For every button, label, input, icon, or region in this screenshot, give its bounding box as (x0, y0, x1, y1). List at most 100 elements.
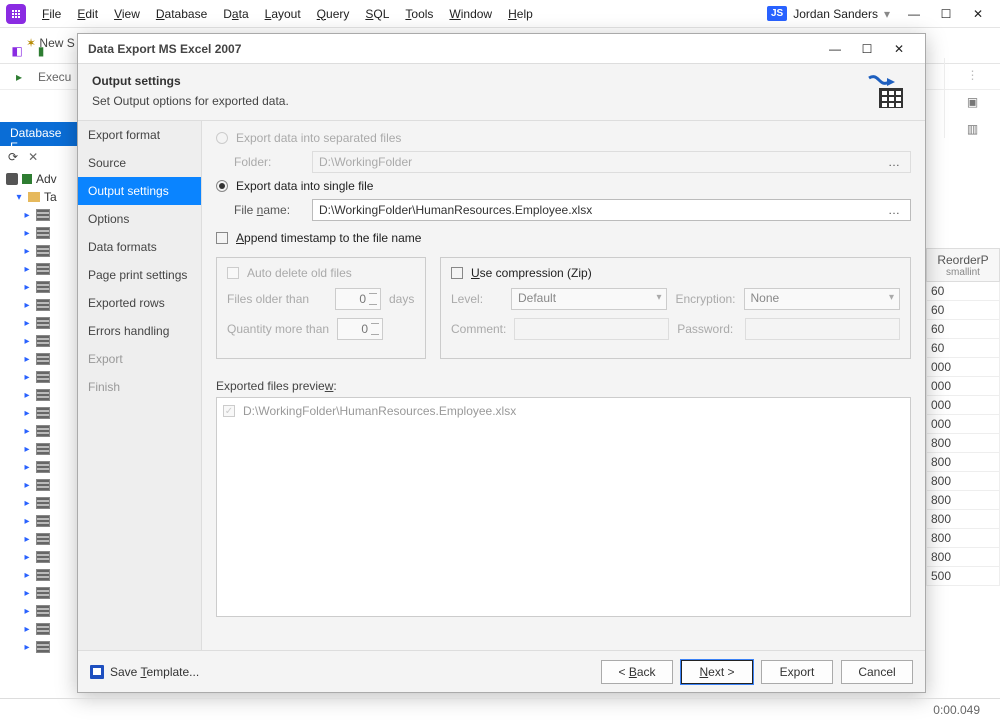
tree-expander-icon[interactable]: ▸ (22, 390, 32, 401)
tree-expander-icon[interactable]: ▸ (22, 480, 32, 491)
tree-table-item[interactable]: ▸ (6, 638, 78, 656)
tree-expander-icon[interactable]: ▸ (22, 246, 32, 257)
sidebar-step-source[interactable]: Source (78, 149, 201, 177)
tree-table-item[interactable]: ▸ (6, 368, 78, 386)
window-close[interactable]: ✕ (962, 3, 994, 25)
tree-table-item[interactable]: ▸ (6, 350, 78, 368)
tree-table-item[interactable]: ▸ (6, 476, 78, 494)
document-tab[interactable]: ✶ New S (26, 36, 75, 50)
tree-table-item[interactable]: ▸ (6, 332, 78, 350)
checkbox-use-compression[interactable] (451, 267, 463, 279)
tree-expander-icon[interactable]: ▸ (22, 606, 32, 617)
tree-expander-icon[interactable]: ▸ (22, 426, 32, 437)
tree-expander-icon[interactable]: ▸ (22, 300, 32, 311)
menu-query[interactable]: Query (309, 3, 358, 25)
tree-expander-icon[interactable]: ▸ (22, 318, 32, 329)
next-button[interactable]: Next > (681, 660, 753, 684)
tree-expander-icon[interactable]: ▸ (22, 336, 32, 347)
sidebar-step-export-format[interactable]: Export format (78, 121, 201, 149)
tree-expander-icon[interactable]: ▸ (22, 516, 32, 527)
grid-cell[interactable]: 800 (926, 491, 1000, 510)
tree-table-item[interactable]: ▸ (6, 314, 78, 332)
tree-table-item[interactable]: ▸ (6, 224, 78, 242)
db-tree[interactable]: Adv ▾Ta ▸▸▸▸▸▸▸▸▸▸▸▸▸▸▸▸▸▸▸▸▸▸▸▸▸ (6, 170, 78, 710)
sidebar-step-errors-handling[interactable]: Errors handling (78, 317, 201, 345)
tree-table-item[interactable]: ▸ (6, 422, 78, 440)
menu-tools[interactable]: Tools (397, 3, 441, 25)
menu-edit[interactable]: Edit (69, 3, 106, 25)
tree-table-item[interactable]: ▸ (6, 440, 78, 458)
tree-expander-icon[interactable]: ▸ (22, 462, 32, 473)
checkbox-append-timestamp[interactable] (216, 232, 228, 244)
window-minimize[interactable]: — (898, 3, 930, 25)
execute-icon[interactable]: ▸ (10, 68, 28, 86)
dialog-minimize[interactable]: — (819, 38, 851, 60)
grid-cell[interactable]: 800 (926, 453, 1000, 472)
grid-cell[interactable]: 60 (926, 320, 1000, 339)
tree-expander-icon[interactable]: ▸ (22, 624, 32, 635)
tree-table-item[interactable]: ▸ (6, 458, 78, 476)
tree-table-item[interactable]: ▸ (6, 584, 78, 602)
grid-cell[interactable]: 60 (926, 339, 1000, 358)
tree-table-item[interactable]: ▸ (6, 260, 78, 278)
export-button[interactable]: Export (761, 660, 833, 684)
tree-expander-icon[interactable]: ▸ (22, 354, 32, 365)
tree-table-item[interactable]: ▸ (6, 512, 78, 530)
grid-cell[interactable]: 000 (926, 415, 1000, 434)
save-template-button[interactable]: Save Template... (90, 665, 199, 679)
user-badge[interactable]: JS Jordan Sanders ▾ (767, 6, 890, 21)
rail-layout2-icon[interactable]: ▥ (964, 121, 982, 138)
grid-column-header[interactable]: ReorderPsmallint (926, 248, 1000, 282)
tree-table-item[interactable]: ▸ (6, 206, 78, 224)
grid-cell[interactable]: 800 (926, 472, 1000, 491)
grid-cell[interactable]: 000 (926, 358, 1000, 377)
tree-expander-icon[interactable]: ▸ (22, 264, 32, 275)
menu-sql[interactable]: SQL (357, 3, 397, 25)
tree-expander-icon[interactable]: ▸ (22, 498, 32, 509)
radio-single-file[interactable] (216, 180, 228, 192)
tree-expander-icon[interactable]: ▸ (22, 642, 32, 653)
sidebar-step-exported-rows[interactable]: Exported rows (78, 289, 201, 317)
menu-file[interactable]: File (34, 3, 69, 25)
menu-help[interactable]: Help (500, 3, 541, 25)
toolbar-connect-icon[interactable]: ◧ (8, 42, 26, 60)
tree-table-item[interactable]: ▸ (6, 566, 78, 584)
sidebar-step-page-print-settings[interactable]: Page print settings (78, 261, 201, 289)
tree-expander-icon[interactable]: ▸ (22, 282, 32, 293)
close-tree-icon[interactable]: ✕ (28, 150, 38, 164)
tree-expander-icon[interactable]: ▸ (22, 210, 32, 221)
window-maximize[interactable]: ☐ (930, 3, 962, 25)
tree-table-item[interactable]: ▸ (6, 494, 78, 512)
tree-table-item[interactable]: ▸ (6, 242, 78, 260)
menu-window[interactable]: Window (441, 3, 500, 25)
menu-data[interactable]: Data (215, 3, 256, 25)
grid-cell[interactable]: 60 (926, 282, 1000, 301)
sidebar-step-output-settings[interactable]: Output settings (78, 177, 201, 205)
tree-expander-icon[interactable]: ▸ (22, 570, 32, 581)
grid-cell[interactable]: 500 (926, 567, 1000, 586)
grid-cell[interactable]: 800 (926, 434, 1000, 453)
menu-database[interactable]: Database (148, 3, 215, 25)
tree-table-item[interactable]: ▸ (6, 278, 78, 296)
tree-table-item[interactable]: ▸ (6, 620, 78, 638)
tree-expander-icon[interactable]: ▸ (22, 444, 32, 455)
dialog-maximize[interactable]: ☐ (851, 38, 883, 60)
grid-cell[interactable]: 800 (926, 510, 1000, 529)
tree-expander-icon[interactable]: ▸ (22, 408, 32, 419)
back-button[interactable]: < Back (601, 660, 673, 684)
file-name-field[interactable]: D:\WorkingFolder\HumanResources.Employee… (312, 199, 911, 221)
grid-cell[interactable]: 800 (926, 529, 1000, 548)
tree-table-item[interactable]: ▸ (6, 386, 78, 404)
tree-expander-icon[interactable]: ▸ (22, 372, 32, 383)
tree-table-item[interactable]: ▸ (6, 530, 78, 548)
dialog-close[interactable]: ✕ (883, 38, 915, 60)
grid-cell[interactable]: 800 (926, 548, 1000, 567)
grid-cell[interactable]: 000 (926, 377, 1000, 396)
grid-cell[interactable]: 000 (926, 396, 1000, 415)
tree-expander-icon[interactable]: ▾ (14, 192, 24, 203)
cancel-button[interactable]: Cancel (841, 660, 913, 684)
tree-expander-icon[interactable]: ▸ (22, 228, 32, 239)
tree-expander-icon[interactable]: ▸ (22, 552, 32, 563)
menu-view[interactable]: View (106, 3, 148, 25)
file-browse-icon[interactable]: … (884, 203, 904, 217)
